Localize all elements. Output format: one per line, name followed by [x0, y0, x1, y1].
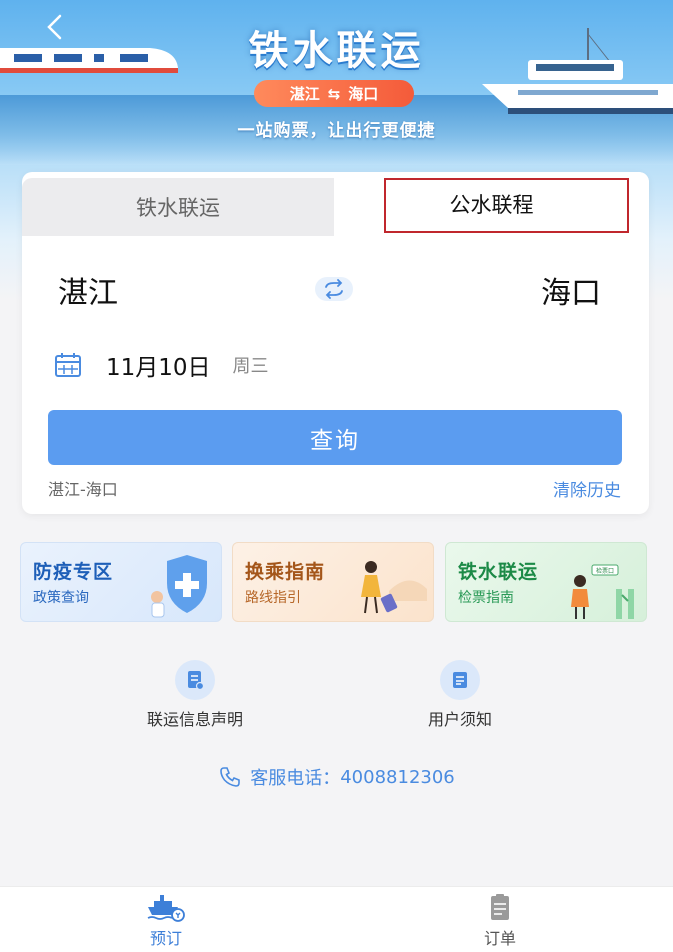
promo-subtitle: 政策查询: [33, 590, 89, 606]
promo-title: 铁水联运: [458, 561, 539, 583]
promo-title: 换乘指南: [245, 561, 326, 583]
calendar-icon: [55, 353, 81, 377]
notice-icon: [440, 660, 480, 700]
shield-medical-icon: [151, 555, 207, 618]
promo-epidemic-prevention[interactable]: 防疫专区 政策查询: [20, 542, 222, 622]
document-icon: [175, 660, 215, 700]
promo-subtitle: 检票指南: [458, 590, 514, 606]
hotline-number: 4008812306: [340, 766, 455, 788]
nav-booking[interactable]: 预订: [116, 893, 216, 951]
traveler-icon: [361, 561, 427, 614]
ship-ticket-icon: [147, 895, 185, 922]
tab-rail-water[interactable]: 铁水联运: [22, 178, 334, 236]
clipboard-icon: [491, 894, 509, 920]
route-badge: 湛江 ⇆ 海口: [254, 80, 414, 107]
gate-sign-text: 检票口: [596, 567, 614, 575]
joint-transport-statement-link[interactable]: 联运信息声明: [121, 660, 281, 730]
mode-tabs: 铁水联运 公水联程: [22, 172, 649, 236]
info-link-label: 联运信息声明: [146, 710, 243, 729]
promo-ticket-check-guide[interactable]: 铁水联运 检票指南 检票口: [445, 542, 647, 622]
search-button[interactable]: 查询: [48, 410, 622, 465]
promo-transfer-guide[interactable]: 换乘指南 路线指引: [232, 542, 434, 622]
swap-cities-icon[interactable]: [314, 276, 354, 302]
customer-service-hotline[interactable]: 客服电话： 4008812306: [0, 764, 673, 790]
swap-arrows-icon: ⇆: [327, 84, 341, 103]
route-badge-to: 海口: [348, 85, 379, 103]
info-link-label: 用户须知: [427, 710, 492, 729]
promo-title: 防疫专区: [33, 561, 114, 583]
app-title: 铁水联运: [248, 28, 425, 74]
date-picker[interactable]: 11月10日 周三: [54, 348, 269, 382]
nav-orders[interactable]: 订单: [450, 893, 550, 951]
user-notice-link[interactable]: 用户须知: [386, 660, 546, 730]
clear-history-link[interactable]: 清除历史: [553, 476, 621, 501]
route-badge-from: 湛江: [289, 85, 320, 103]
bottom-nav: 预订 订单: [0, 886, 673, 952]
phone-icon: [220, 767, 241, 787]
arrival-city[interactable]: 海口: [541, 268, 601, 312]
booking-card: 铁水联运 公水联程 湛江 海口 11月10日 周三 查询 湛江-海口 清除历史: [22, 172, 649, 514]
nav-label: 预订: [149, 929, 182, 948]
travel-weekday: 周三: [232, 356, 269, 377]
history-item[interactable]: 湛江-海口: [48, 476, 118, 500]
hotline-label: 客服电话：: [250, 768, 341, 789]
ticket-gate-icon: 检票口: [571, 564, 634, 619]
slogan: 一站购票，让出行更便捷: [237, 121, 436, 141]
promo-subtitle: 路线指引: [245, 590, 301, 606]
departure-city[interactable]: 湛江: [58, 268, 118, 312]
nav-label: 订单: [483, 929, 516, 948]
travel-date: 11月10日: [106, 355, 211, 381]
tab-road-water[interactable]: 公水联程: [334, 172, 649, 236]
